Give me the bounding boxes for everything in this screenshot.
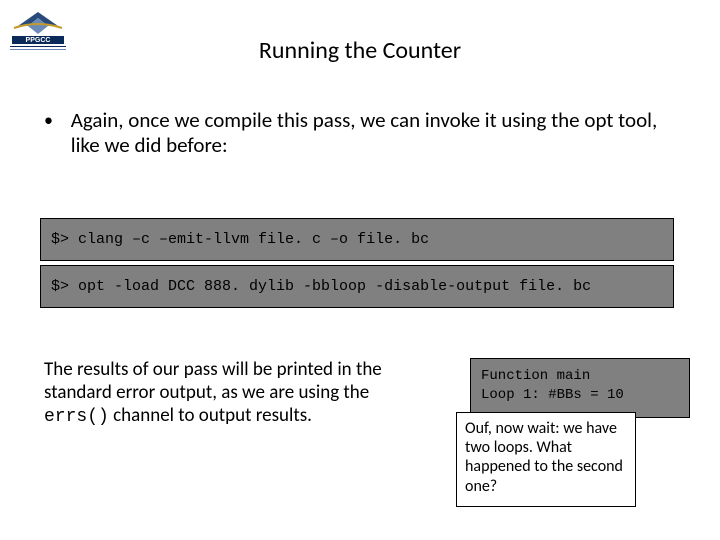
callout-note: Ouf, now wait: we have two loops. What h… xyxy=(456,412,636,507)
bullet-marker: • xyxy=(44,108,66,132)
shell-prompt: $> xyxy=(51,278,78,295)
shell-command: clang –c –emit-llvm file. c –o file. bc xyxy=(78,231,429,248)
code-inline-errs: errs() xyxy=(44,407,109,427)
code-block-opt: $> opt -load DCC 888. dylib -bbloop -dis… xyxy=(40,265,674,308)
output-line-1: Function main xyxy=(481,368,590,384)
body-text-pre: The results of our pass will be printed … xyxy=(44,358,382,404)
shell-command: opt -load DCC 888. dylib -bbloop -disabl… xyxy=(78,278,591,295)
slide-title: Running the Counter xyxy=(0,36,720,65)
body-text-post: channel to output results. xyxy=(109,404,312,427)
bullet-text: Again, once we compile this pass, we can… xyxy=(71,108,671,158)
bullet-item: • Again, once we compile this pass, we c… xyxy=(44,108,684,158)
output-line-2: Loop 1: #BBs = 10 xyxy=(481,387,624,403)
shell-prompt: $> xyxy=(51,231,78,248)
code-block-clang: $> clang –c –emit-llvm file. c –o file. … xyxy=(40,218,674,261)
output-block: Function main Loop 1: #BBs = 10 xyxy=(470,358,690,418)
body-paragraph: The results of our pass will be printed … xyxy=(44,358,424,429)
slide: PPGCC Running the Counter • Again, once … xyxy=(0,0,720,540)
